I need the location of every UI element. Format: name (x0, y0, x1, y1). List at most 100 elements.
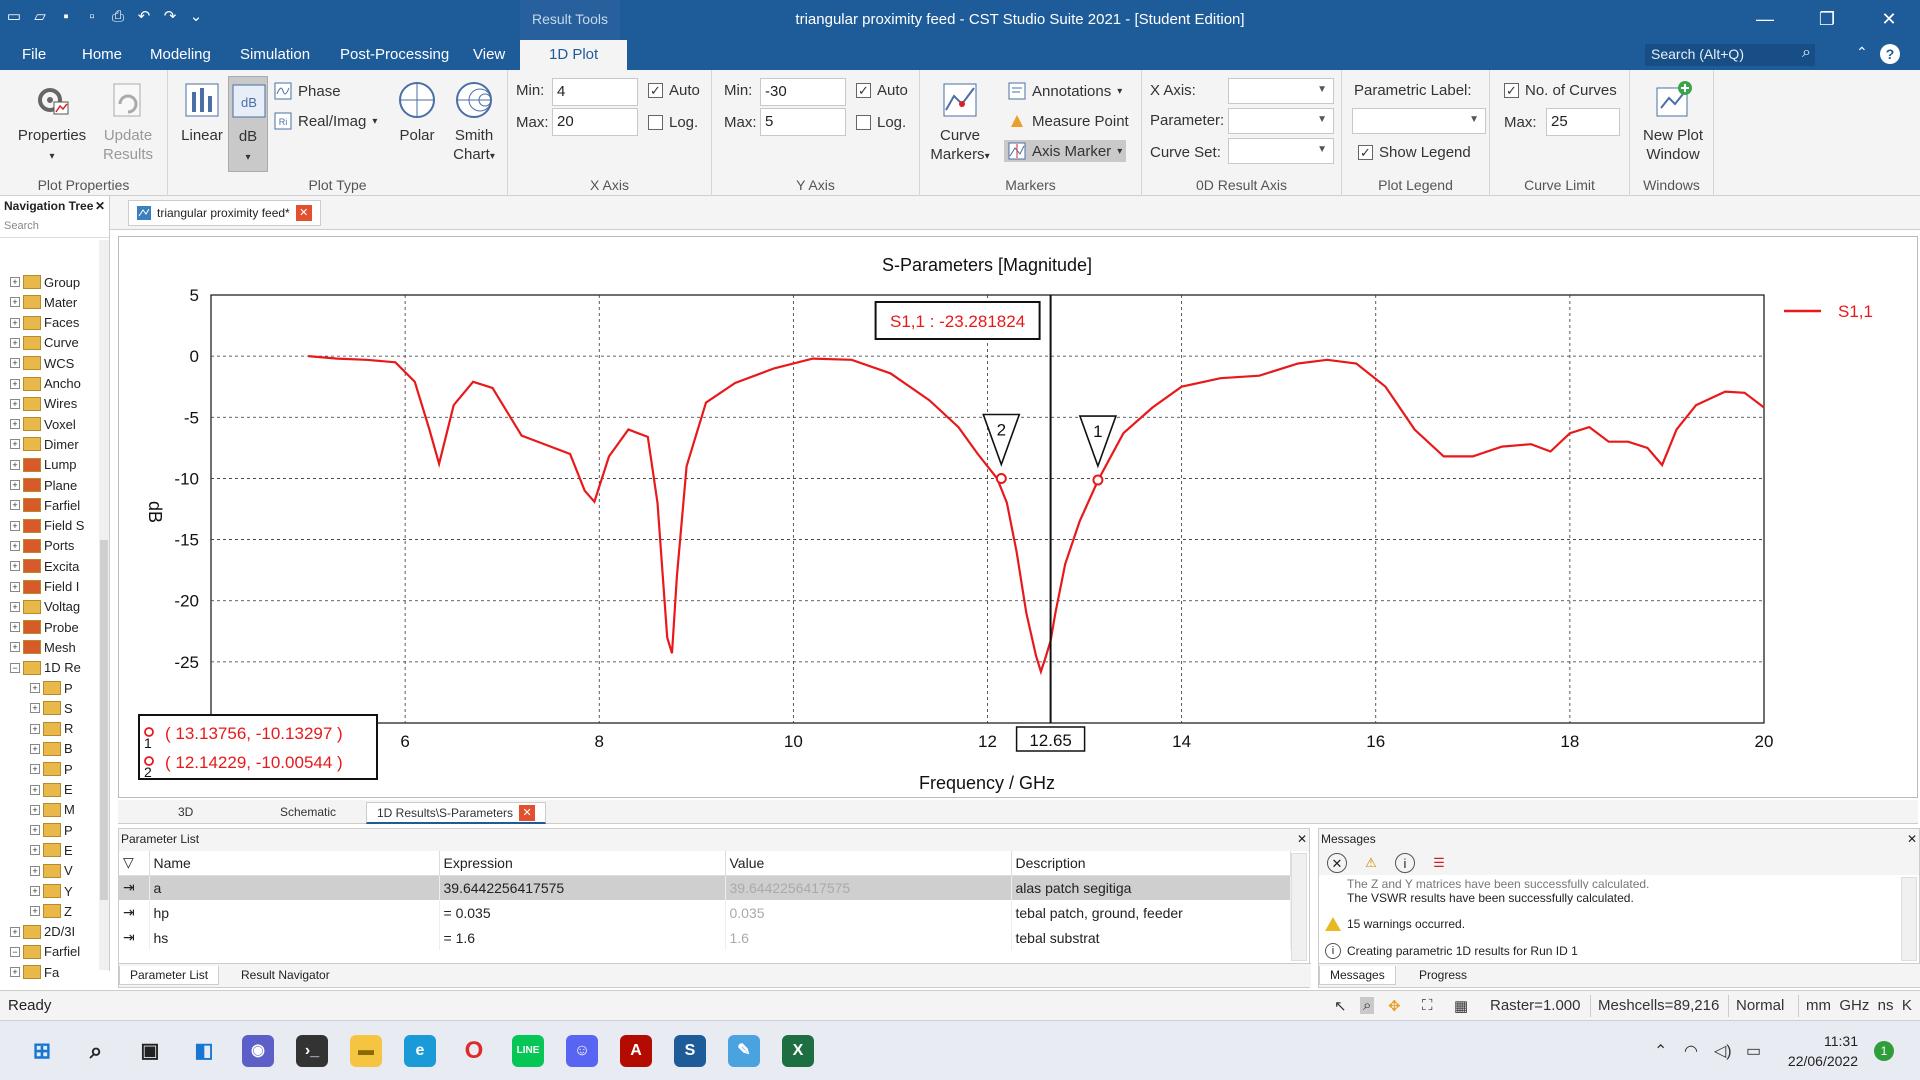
expand-icon[interactable]: + (10, 419, 20, 430)
x-auto-checkbox[interactable]: ✓ Auto (648, 82, 700, 99)
expand-icon[interactable]: − (10, 662, 20, 673)
expand-icon[interactable]: + (10, 297, 20, 308)
tree-item[interactable]: − Farfiel (10, 942, 90, 962)
parametric-label-dropdown[interactable]: ▼ (1352, 108, 1486, 134)
search-box[interactable]: Search (Alt+Q) ⌕ (1645, 44, 1815, 66)
save-icon[interactable]: ▪ (58, 8, 74, 26)
tree-item[interactable]: + Y (30, 881, 110, 901)
cell-expression[interactable]: 39.6442256417575 (439, 875, 726, 900)
tree-item[interactable]: + Probe (10, 617, 90, 637)
expand-icon[interactable]: + (10, 601, 20, 612)
expand-icon[interactable]: + (30, 683, 40, 693)
clock[interactable]: 11:31 22/06/2022 (1788, 1031, 1858, 1071)
widgets-icon[interactable]: ◧ (188, 1035, 220, 1067)
expand-icon[interactable]: + (10, 358, 20, 369)
tree-item[interactable]: + Wires (10, 394, 90, 414)
tree-item[interactable]: + Curve (10, 333, 90, 353)
cell-expression[interactable]: = 1.6 (439, 925, 726, 950)
curve-marker-2-point[interactable] (995, 472, 1007, 484)
opera-icon[interactable]: O (458, 1035, 490, 1067)
expand-icon[interactable]: + (10, 439, 20, 450)
tab-schematic[interactable]: Schematic (270, 802, 346, 824)
show-legend-checkbox[interactable]: ✓ Show Legend (1358, 144, 1471, 161)
expand-icon[interactable]: + (30, 845, 40, 856)
table-row[interactable]: ⇥ hs = 1.6 1.6 tebal substrat (119, 925, 1291, 950)
tree-item[interactable]: + Group (10, 272, 90, 292)
measure-point-button[interactable]: Measure Point (1008, 112, 1129, 130)
tree-item[interactable]: + Faces (10, 313, 90, 333)
properties-button[interactable]: Properties ▾ (12, 80, 92, 166)
tree-item[interactable]: + V (30, 861, 110, 881)
tab-progress[interactable]: Progress (1409, 966, 1477, 984)
expand-icon[interactable]: + (10, 926, 20, 937)
tree-item[interactable]: + S (30, 698, 110, 718)
expand-icon[interactable]: + (10, 967, 20, 978)
chart-axis-marker[interactable]: 12.65 S1,1 : -23.281824 (874, 295, 1086, 752)
curve-limit-max-input[interactable]: 25 (1546, 108, 1620, 136)
tree-item[interactable]: + Z (30, 901, 110, 921)
cell-description[interactable]: tebal substrat (1011, 925, 1291, 950)
cell-expression[interactable]: = 0.035 (439, 900, 726, 925)
show-hidden-icons-icon[interactable]: ⌃ (1654, 1041, 1667, 1061)
expand-icon[interactable]: + (10, 581, 20, 592)
tree-item[interactable]: + Ports (10, 536, 90, 556)
tree-item[interactable]: + P (30, 759, 110, 779)
info-filter-icon[interactable]: i (1395, 853, 1415, 873)
terminal-icon[interactable]: ›_ (296, 1035, 328, 1067)
col-expression[interactable]: Expression (439, 851, 726, 876)
annotations-button[interactable]: Annotations ▾ (1008, 82, 1122, 100)
tab-1d-results[interactable]: 1D Results\S-Parameters ✕ (366, 802, 547, 824)
tree-item[interactable]: + Lump (10, 455, 90, 475)
cell-description[interactable]: alas patch segitiga (1011, 875, 1291, 900)
cst-studio-icon[interactable]: S (674, 1035, 706, 1067)
start-icon[interactable]: ⊞ (26, 1035, 58, 1067)
expand-icon[interactable]: + (10, 398, 20, 409)
cell-name[interactable]: a (149, 875, 440, 900)
expand-icon[interactable]: + (30, 906, 40, 917)
edge-icon[interactable]: e (404, 1035, 436, 1067)
expand-icon[interactable]: + (30, 886, 40, 896)
messages-scrollbar[interactable] (1901, 877, 1917, 961)
smith-chart-button[interactable]: Smith Chart▾ (444, 80, 504, 166)
navigation-tree-scrollbar[interactable] (99, 240, 109, 970)
tree-item[interactable]: − 1D Re (10, 658, 90, 678)
cell-description[interactable]: tebal patch, ground, feeder (1011, 900, 1291, 925)
no-of-curves-checkbox[interactable]: ✓ No. of Curves (1504, 82, 1617, 99)
tree-item[interactable]: + Voxel (10, 414, 90, 434)
teams-chat-icon[interactable]: ◉ (242, 1035, 274, 1067)
redo-icon[interactable]: ↷ (162, 8, 178, 26)
zoom-tool-icon[interactable]: ⌕ (1360, 997, 1375, 1014)
tree-item[interactable]: + WCS (10, 353, 90, 373)
menu-simulation[interactable]: Simulation (240, 46, 310, 63)
x-min-input[interactable]: 4 (552, 78, 638, 106)
expand-icon[interactable]: + (30, 804, 40, 815)
close-icon[interactable]: ✕ (95, 199, 105, 215)
tree-item[interactable]: + M (30, 800, 110, 820)
pan-tool-icon[interactable]: ✥ (1388, 997, 1401, 1015)
document-tab[interactable]: triangular proximity feed* ✕ (128, 200, 321, 226)
expand-icon[interactable]: − (10, 946, 20, 957)
expand-icon[interactable]: + (10, 317, 20, 328)
update-results-button[interactable]: Update Results (92, 80, 164, 164)
notification-badge[interactable]: 1 (1874, 1041, 1894, 1061)
collapse-ribbon-icon[interactable]: ⌃ (1856, 44, 1868, 61)
menu-1d-plot[interactable]: 1D Plot (520, 40, 628, 70)
expand-icon[interactable]: + (10, 561, 20, 572)
save-all-icon[interactable]: ▫ (84, 8, 100, 26)
new-plot-window-button[interactable]: New Plot Window (1636, 80, 1710, 164)
excel-icon[interactable]: X (782, 1035, 814, 1067)
tree-item[interactable]: + B (30, 739, 110, 759)
tree-item[interactable]: + Mater (10, 292, 90, 312)
menu-view[interactable]: View (473, 46, 505, 63)
tree-item[interactable]: + Field S (10, 516, 90, 536)
tree-item[interactable]: + Plane (10, 475, 90, 495)
close-icon[interactable]: ✕ (1907, 832, 1917, 848)
tree-item[interactable]: + Farfiel (10, 495, 90, 515)
expand-icon[interactable]: + (10, 622, 20, 633)
tree-item[interactable]: +2D/3I (10, 922, 90, 942)
expand-icon[interactable]: + (30, 764, 40, 775)
expand-icon[interactable]: + (10, 500, 20, 511)
tree-item[interactable]: + Voltag (10, 597, 90, 617)
discord-icon[interactable]: ☺ (566, 1035, 598, 1067)
expand-icon[interactable]: + (30, 723, 40, 734)
